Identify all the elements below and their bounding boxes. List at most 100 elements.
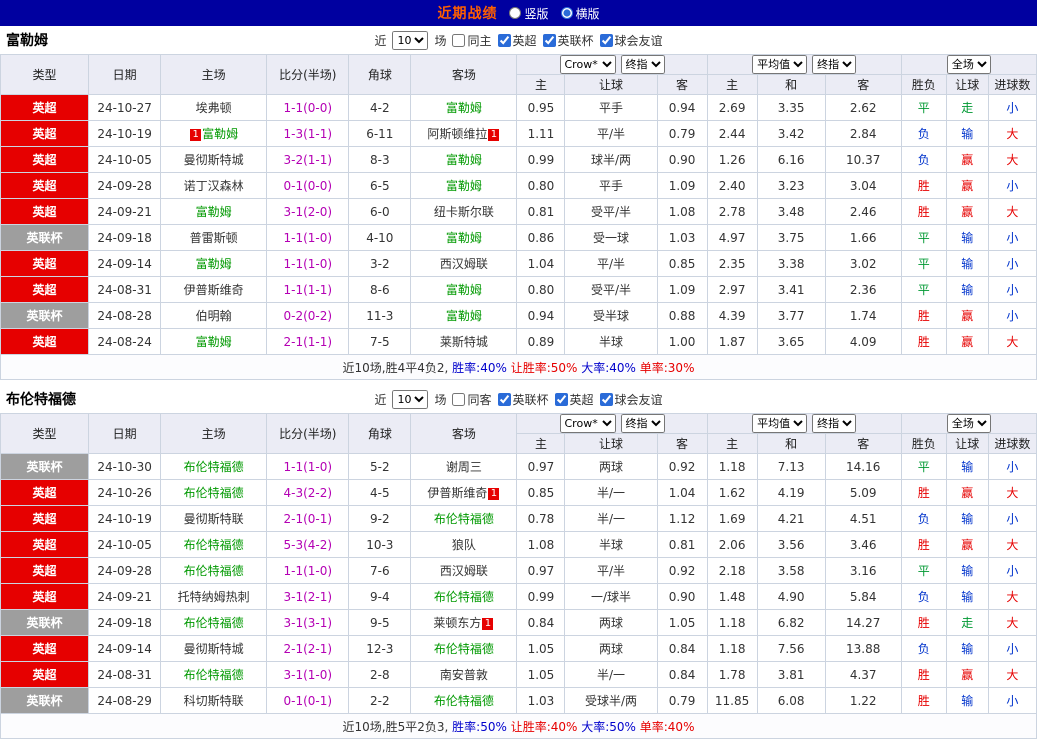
layout-option-horizontal[interactable]: 横版 [560,5,600,22]
filter-checkbox-input[interactable] [542,33,556,47]
sub-header-2: 客 [656,74,708,95]
score-cell: 1-1(1-1) [266,276,350,303]
horizontal-layout-radio[interactable] [560,7,573,19]
away-team[interactable]: 布伦特福德 [410,635,518,662]
team-name-label: 西汉姆联 [439,564,488,578]
average-dropdown-1[interactable]: 终指 [812,55,857,74]
filter-checkbox-input[interactable] [599,33,613,47]
filter-checkbox-input[interactable] [452,33,466,47]
odds-away: 1.04 [656,479,708,506]
away-team[interactable]: 莱斯特城 [410,328,518,355]
home-team[interactable]: 诺丁汉森林 [160,172,268,199]
layout-option-vertical[interactable]: 竖版 [509,5,549,22]
home-team[interactable]: 富勒姆 [160,328,268,355]
filter-checkbox-3[interactable]: 球会友谊 [599,391,663,408]
home-team[interactable]: 布伦特福德 [160,531,268,558]
away-team[interactable]: 富勒姆 [410,94,518,121]
bookmaker-dropdown-0[interactable]: Crow* [559,55,616,74]
home-team[interactable]: 托特纳姆热刺 [160,583,268,610]
odds-handicap: 球半/两 [564,146,658,173]
away-team[interactable]: 谢周三 [410,453,518,480]
home-team[interactable]: 布伦特福德 [160,609,268,636]
home-team[interactable]: 曼彻斯特城 [160,146,268,173]
away-team[interactable]: 纽卡斯尔联 [410,198,518,225]
away-team[interactable]: 狼队 [410,531,518,558]
recent-count-select[interactable]: 10 [392,389,429,409]
home-team[interactable]: 布伦特福德 [160,453,268,480]
filter-checkbox-0[interactable]: 同主 [452,32,492,49]
filter-checkbox-input[interactable] [554,392,568,406]
avg-home: 2.69 [706,94,758,121]
away-team[interactable]: 富勒姆 [410,224,518,251]
bookmaker-dropdown-0[interactable]: Crow* [559,414,616,433]
sub-header-6: 胜负 [900,74,947,95]
filter-checkbox-1[interactable]: 英联杯 [497,391,549,408]
scope-dropdown-0[interactable]: 全场 [946,55,991,74]
recent-count-select[interactable]: 10 [392,30,429,50]
filter-checkbox-2[interactable]: 英超 [554,391,594,408]
away-team[interactable]: 南安普敦 [410,661,518,688]
avg-home: 2.35 [706,250,758,277]
home-team[interactable]: 伊普斯维奇 [160,276,268,303]
home-team[interactable]: 布伦特福德 [160,479,268,506]
home-team[interactable]: 布伦特福德 [160,661,268,688]
bookmaker-dropdown-1[interactable]: 终指 [620,414,665,433]
filter-checkbox-1[interactable]: 英超 [497,32,537,49]
filter-checkbox-input[interactable] [599,392,613,406]
home-team[interactable]: 伯明翰 [160,302,268,329]
home-team[interactable]: 布伦特福德 [160,557,268,584]
avg-draw: 6.82 [756,609,826,636]
col-header-4: 角球 [348,413,412,454]
average-dropdown-1[interactable]: 终指 [812,414,857,433]
odds-handicap: 两球 [564,453,658,480]
avg-away: 4.09 [824,328,902,355]
match-date: 24-09-14 [88,635,162,662]
col-header-0: 类型 [0,413,90,454]
home-team[interactable]: 富勒姆 [160,250,268,277]
home-team[interactable]: 曼彻斯特城 [160,635,268,662]
filter-checkbox-3[interactable]: 球会友谊 [599,32,663,49]
away-team[interactable]: 莱顿东方 1 [410,609,518,636]
result-handicap: 输 [945,583,989,610]
away-team[interactable]: 布伦特福德 [410,505,518,532]
sub-header-6: 胜负 [900,433,947,454]
average-dropdown-0[interactable]: 平均值 [752,55,808,74]
away-team[interactable]: 富勒姆 [410,276,518,303]
bookmaker-dropdown-1[interactable]: 终指 [620,55,665,74]
away-team[interactable]: 伊普斯维奇 1 [410,479,518,506]
team-name-label: 伯明翰 [195,309,232,323]
match-row: 英超 24-09-14 曼彻斯特城 2-1(2-1) 12-3 布伦特福德 1.05 两球 0.… [0,635,1037,662]
away-team[interactable]: 富勒姆 [410,172,518,199]
away-team[interactable]: 阿斯顿维拉 1 [410,120,518,147]
away-team[interactable]: 西汉姆联 [410,557,518,584]
home-team[interactable]: 曼彻斯特联 [160,505,268,532]
result-handicap: 输 [945,453,989,480]
odds-away: 0.94 [656,94,708,121]
away-team[interactable]: 布伦特福德 [410,687,518,714]
bookmaker-header-group: Crow* 终指 [516,54,708,75]
away-team[interactable]: 富勒姆 [410,146,518,173]
home-team[interactable]: 1 富勒姆 [160,120,268,147]
odds-away: 0.88 [656,302,708,329]
team-name-label: 富勒姆 [445,309,482,323]
home-team[interactable]: 富勒姆 [160,198,268,225]
filter-checkbox-input[interactable] [497,33,511,47]
home-team[interactable]: 普雷斯顿 [160,224,268,251]
match-date: 24-08-28 [88,302,162,329]
home-team[interactable]: 科切斯特联 [160,687,268,714]
away-team[interactable]: 西汉姆联 [410,250,518,277]
filter-checkbox-0[interactable]: 同客 [452,391,492,408]
odds-home: 1.05 [516,661,566,688]
vertical-layout-radio[interactable] [509,7,522,19]
away-team[interactable]: 布伦特福德 [410,583,518,610]
scope-dropdown-0[interactable]: 全场 [946,414,991,433]
filter-checkbox-2[interactable]: 英联杯 [542,32,594,49]
filter-checkbox-input[interactable] [497,392,511,406]
average-dropdown-0[interactable]: 平均值 [752,414,808,433]
avg-draw: 3.48 [756,198,826,225]
home-team[interactable]: 埃弗顿 [160,94,268,121]
avg-draw: 7.13 [756,453,826,480]
away-team[interactable]: 富勒姆 [410,302,518,329]
filter-checkbox-input[interactable] [452,392,466,406]
avg-home: 2.06 [706,531,758,558]
